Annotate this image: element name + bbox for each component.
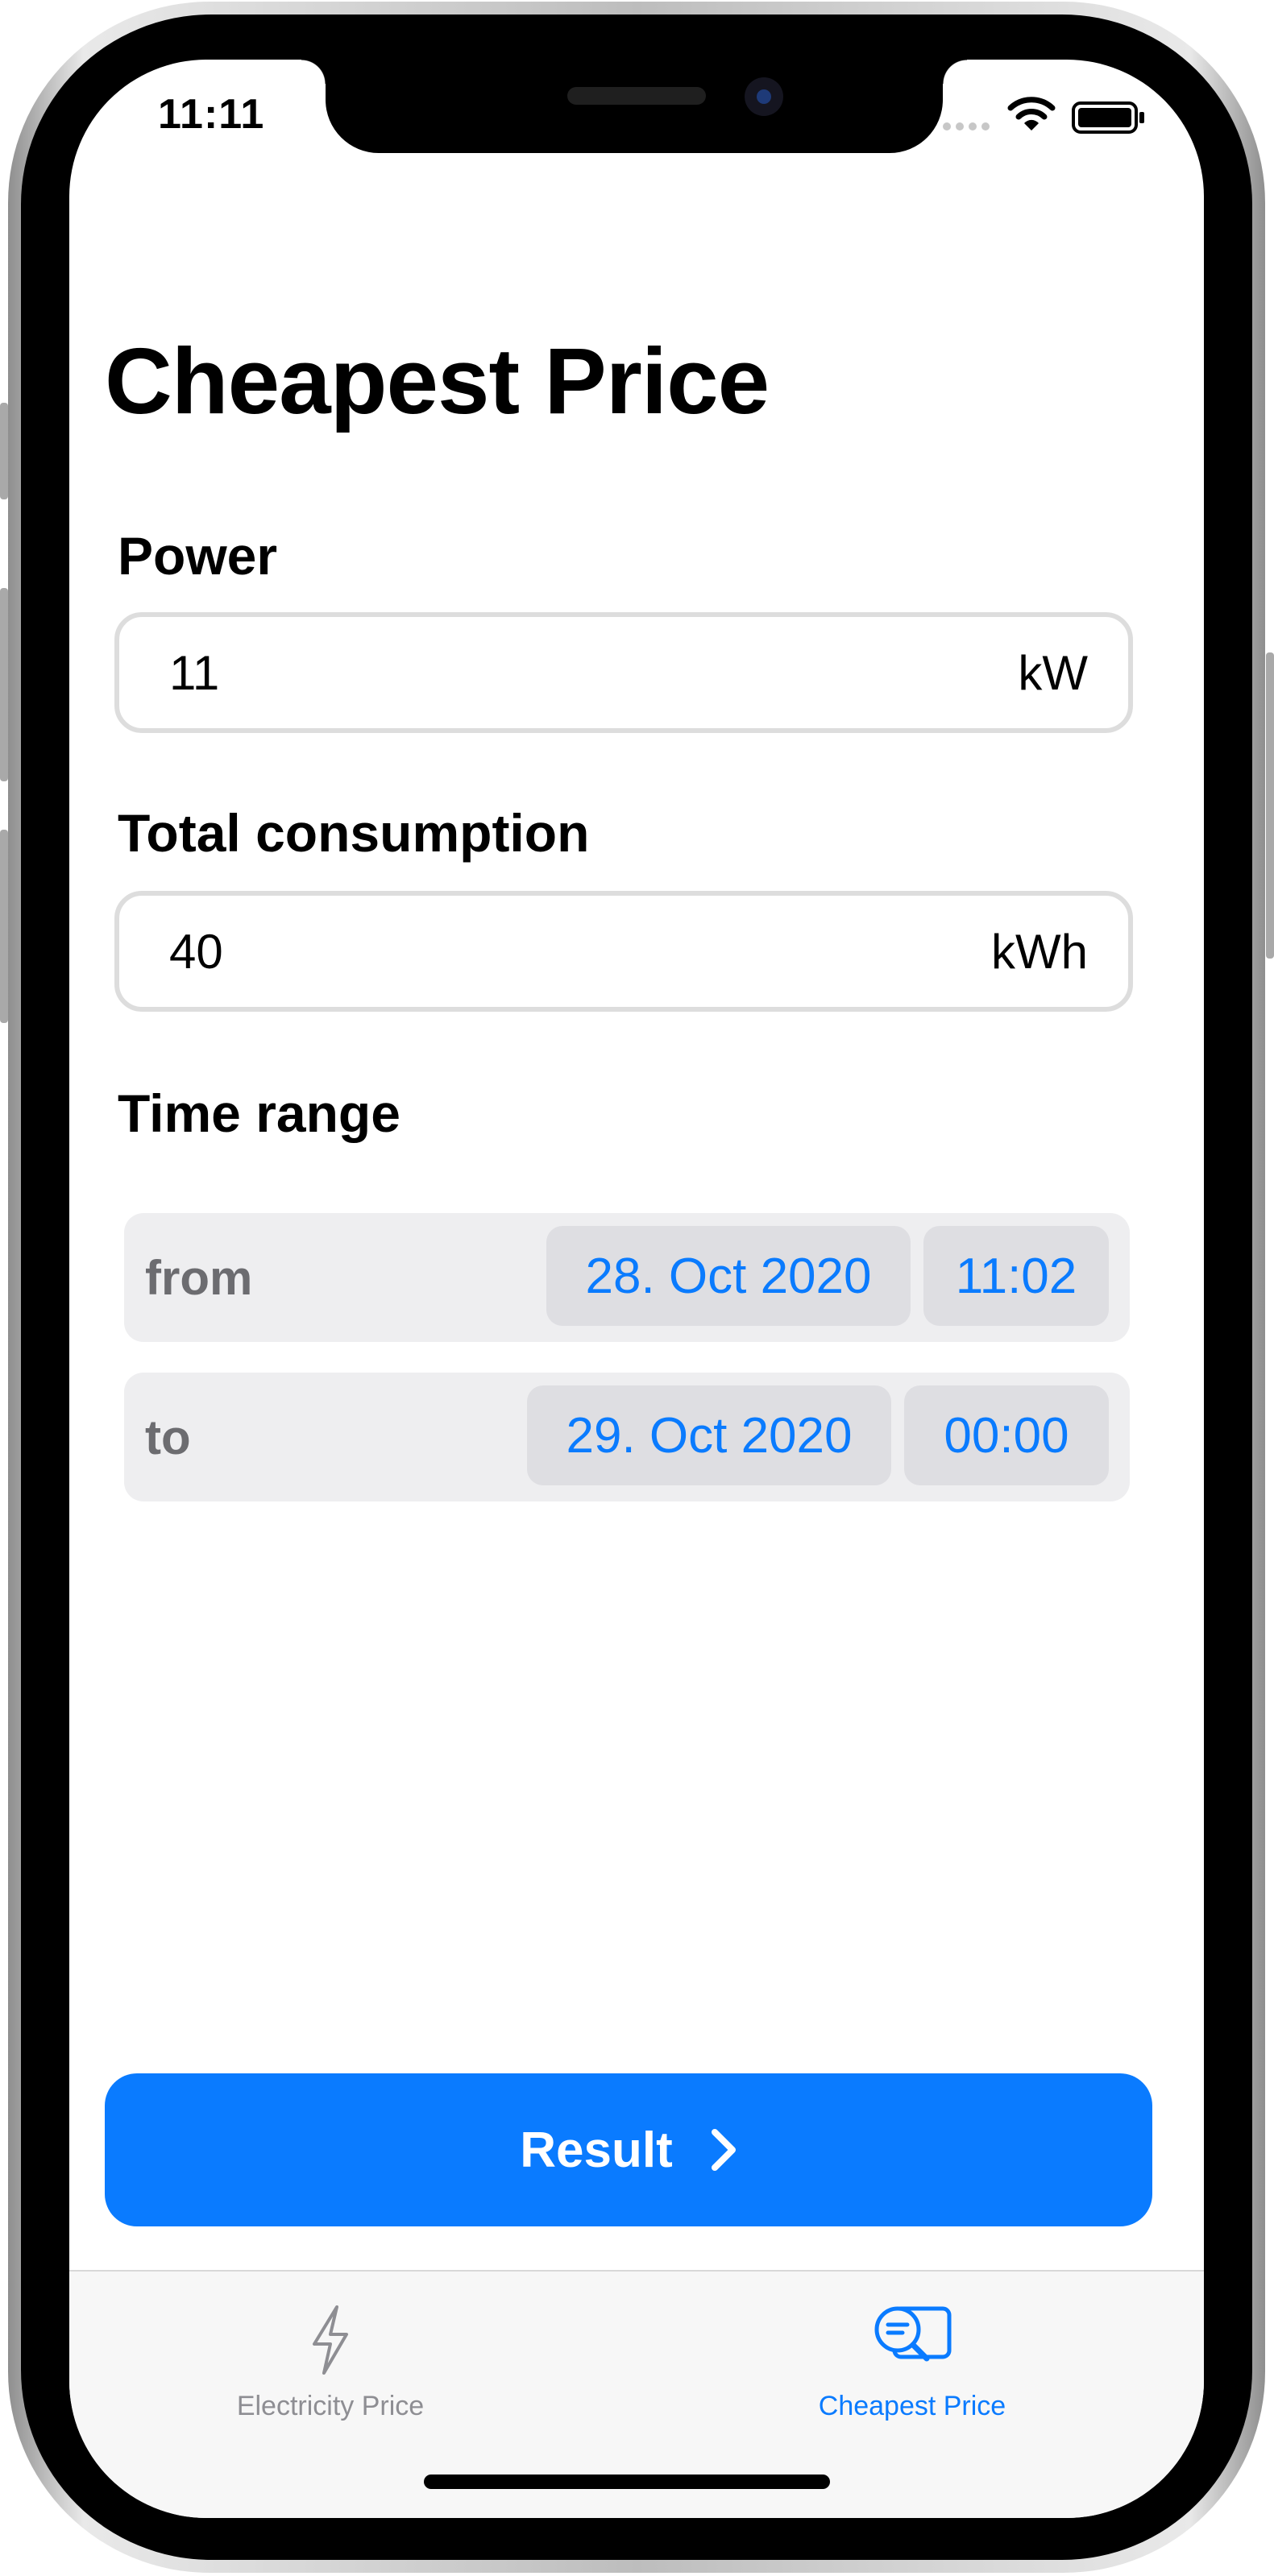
result-button-label: Result [520,2122,673,2178]
consumption-value: 40 [169,924,223,979]
page-title: Cheapest Price [105,329,770,433]
volume-up-button [0,588,8,781]
power-label: Power [118,526,278,586]
to-time-picker[interactable]: 00:00 [904,1385,1109,1485]
notch [301,60,967,153]
time-range-label: Time range [118,1083,400,1143]
power-button [1266,652,1274,959]
volume-down-button [0,830,8,1023]
power-value: 11 [169,645,220,700]
earpiece-speaker [567,87,706,105]
consumption-unit: kWh [991,924,1088,979]
front-camera [745,77,783,116]
power-unit: kW [1018,645,1088,700]
time-range-from-row: from 28. Oct 2020 11:02 [124,1213,1130,1342]
silent-switch [0,403,8,499]
status-time: 11:11 [158,91,265,138]
home-indicator[interactable] [424,2475,830,2489]
from-label: from [145,1251,253,1305]
battery-icon [1072,101,1144,134]
app-screen: 11:11 Cheapest Price Power 11 kW Total c… [69,60,1204,2518]
time-range-to-row: to 29. Oct 2020 00:00 [124,1373,1130,1501]
from-time-picker[interactable]: 11:02 [923,1226,1109,1326]
to-label: to [145,1410,191,1464]
from-date-picker[interactable]: 28. Oct 2020 [546,1226,911,1326]
tab-electricity-price[interactable]: Electricity Price [129,2296,532,2433]
tab-cheapest-price-label: Cheapest Price [818,2391,1006,2421]
consumption-field[interactable]: 40 kWh [114,891,1133,1012]
wifi-icon [1007,97,1056,130]
to-date-picker[interactable]: 29. Oct 2020 [527,1385,891,1485]
cellular-signal-icon [943,122,990,130]
bolt-icon [313,2305,348,2375]
tab-electricity-price-label: Electricity Price [236,2391,425,2421]
result-button[interactable]: Result [105,2073,1152,2226]
power-field[interactable]: 11 kW [114,612,1133,733]
chevron-right-icon [711,2129,736,2171]
tab-cheapest-price[interactable]: Cheapest Price [711,2296,1114,2433]
magnifier-list-icon [874,2306,952,2362]
consumption-label: Total consumption [118,803,590,863]
